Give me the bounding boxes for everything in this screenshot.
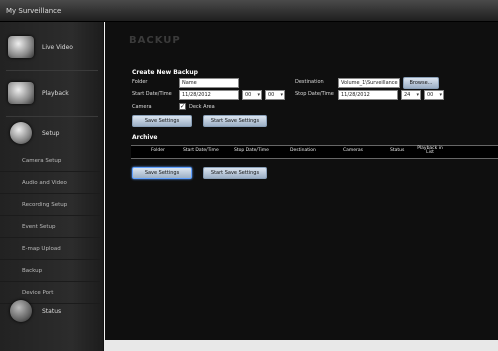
nav-status-label: Status [42, 308, 62, 315]
sidebar-item-backup[interactable]: Backup [0, 260, 100, 282]
camera-icon [8, 36, 34, 58]
save-settings-button[interactable]: Save Settings [132, 115, 192, 127]
archive-table-header: Folder Start Date/Time Stop Date/Time De… [131, 145, 498, 159]
sidebar-item-label: E-map Upload [22, 246, 61, 252]
camera-name: Deck Area [189, 104, 215, 110]
playback-icon [8, 82, 34, 104]
archive-title: Archive [132, 134, 158, 141]
sidebar: Live Video Playback Setup Camera Setup A… [0, 22, 104, 351]
chevron-down-icon: ▾ [280, 92, 283, 98]
sidebar-item-label: Backup [22, 268, 43, 274]
gear-icon [10, 122, 32, 144]
archive-col-stop: Stop Date/Time [234, 148, 269, 153]
app-title: My Surveillance [6, 7, 62, 15]
camera-label: Camera [132, 104, 152, 110]
start-minute-value: 00 [268, 92, 275, 98]
sidebar-item-label: Audio and Video [22, 180, 67, 186]
archive-col-folder: Folder [151, 148, 165, 153]
sidebar-item-label: Camera Setup [22, 158, 62, 164]
sidebar-item-emap-upload[interactable]: E-map Upload [0, 238, 100, 260]
page-title: BACKUP [129, 35, 181, 46]
stop-date-input[interactable]: 11/28/2012 [338, 90, 398, 100]
start-minute-select[interactable]: 00 ▾ [265, 90, 285, 100]
archive-col-status: Status [390, 148, 405, 153]
start-datetime-label: Start Date/Time [132, 91, 172, 97]
destination-input[interactable]: Volume_1\Surveillance [338, 78, 400, 88]
sidebar-item-label: Recording Setup [22, 202, 68, 208]
stop-datetime-label: Stop Date/Time [295, 91, 334, 97]
nav-status[interactable]: Status [0, 292, 104, 332]
chevron-down-icon: ▾ [257, 92, 260, 98]
main-panel: BACKUP Create New Backup Folder Name Des… [105, 22, 498, 340]
folder-input[interactable]: Name [179, 78, 239, 88]
title-bar: My Surveillance [0, 0, 498, 22]
archive-start-backup-button[interactable]: Start Save Settings [203, 167, 267, 179]
folder-label: Folder [132, 79, 148, 85]
archive-col-start: Start Date/Time [183, 148, 219, 153]
sidebar-item-label: Event Setup [22, 224, 56, 230]
nav-playback[interactable]: Playback [0, 74, 104, 114]
destination-label: Destination [295, 79, 324, 85]
start-hour-select[interactable]: 00 ▾ [242, 90, 262, 100]
archive-col-playback: Playback in List [417, 146, 443, 155]
divider [6, 70, 98, 71]
nav-live-video-label: Live Video [42, 44, 73, 51]
sidebar-item-event-setup[interactable]: Event Setup [0, 216, 100, 238]
archive-save-settings-button[interactable]: Save Settings [132, 167, 192, 179]
start-date-input[interactable]: 11/28/2012 [179, 90, 239, 100]
stop-hour-select[interactable]: 24 ▾ [401, 90, 421, 100]
browse-button[interactable]: Browse... [403, 77, 439, 89]
nav-setup-label: Setup [42, 130, 60, 137]
create-backup-title: Create New Backup [132, 69, 198, 76]
sidebar-item-audio-video[interactable]: Audio and Video [0, 172, 100, 194]
camera-checkbox[interactable]: ✓ [179, 103, 186, 110]
chevron-down-icon: ▾ [416, 92, 419, 98]
status-icon [10, 300, 32, 322]
start-hour-value: 00 [245, 92, 252, 98]
nav-live-video[interactable]: Live Video [0, 28, 104, 68]
stop-hour-value: 24 [404, 92, 411, 98]
sidebar-item-recording-setup[interactable]: Recording Setup [0, 194, 100, 216]
stop-minute-select[interactable]: 00 ▾ [424, 90, 444, 100]
archive-col-cameras: Cameras [343, 148, 364, 153]
archive-col-destination: Destination [290, 148, 316, 153]
nav-playback-label: Playback [42, 90, 69, 97]
bottom-edge [104, 340, 498, 351]
stop-minute-value: 00 [427, 92, 434, 98]
chevron-down-icon: ▾ [439, 92, 442, 98]
start-backup-button[interactable]: Start Save Settings [203, 115, 267, 127]
nav-setup[interactable]: Setup [0, 114, 104, 154]
sidebar-item-camera-setup[interactable]: Camera Setup [0, 150, 100, 172]
